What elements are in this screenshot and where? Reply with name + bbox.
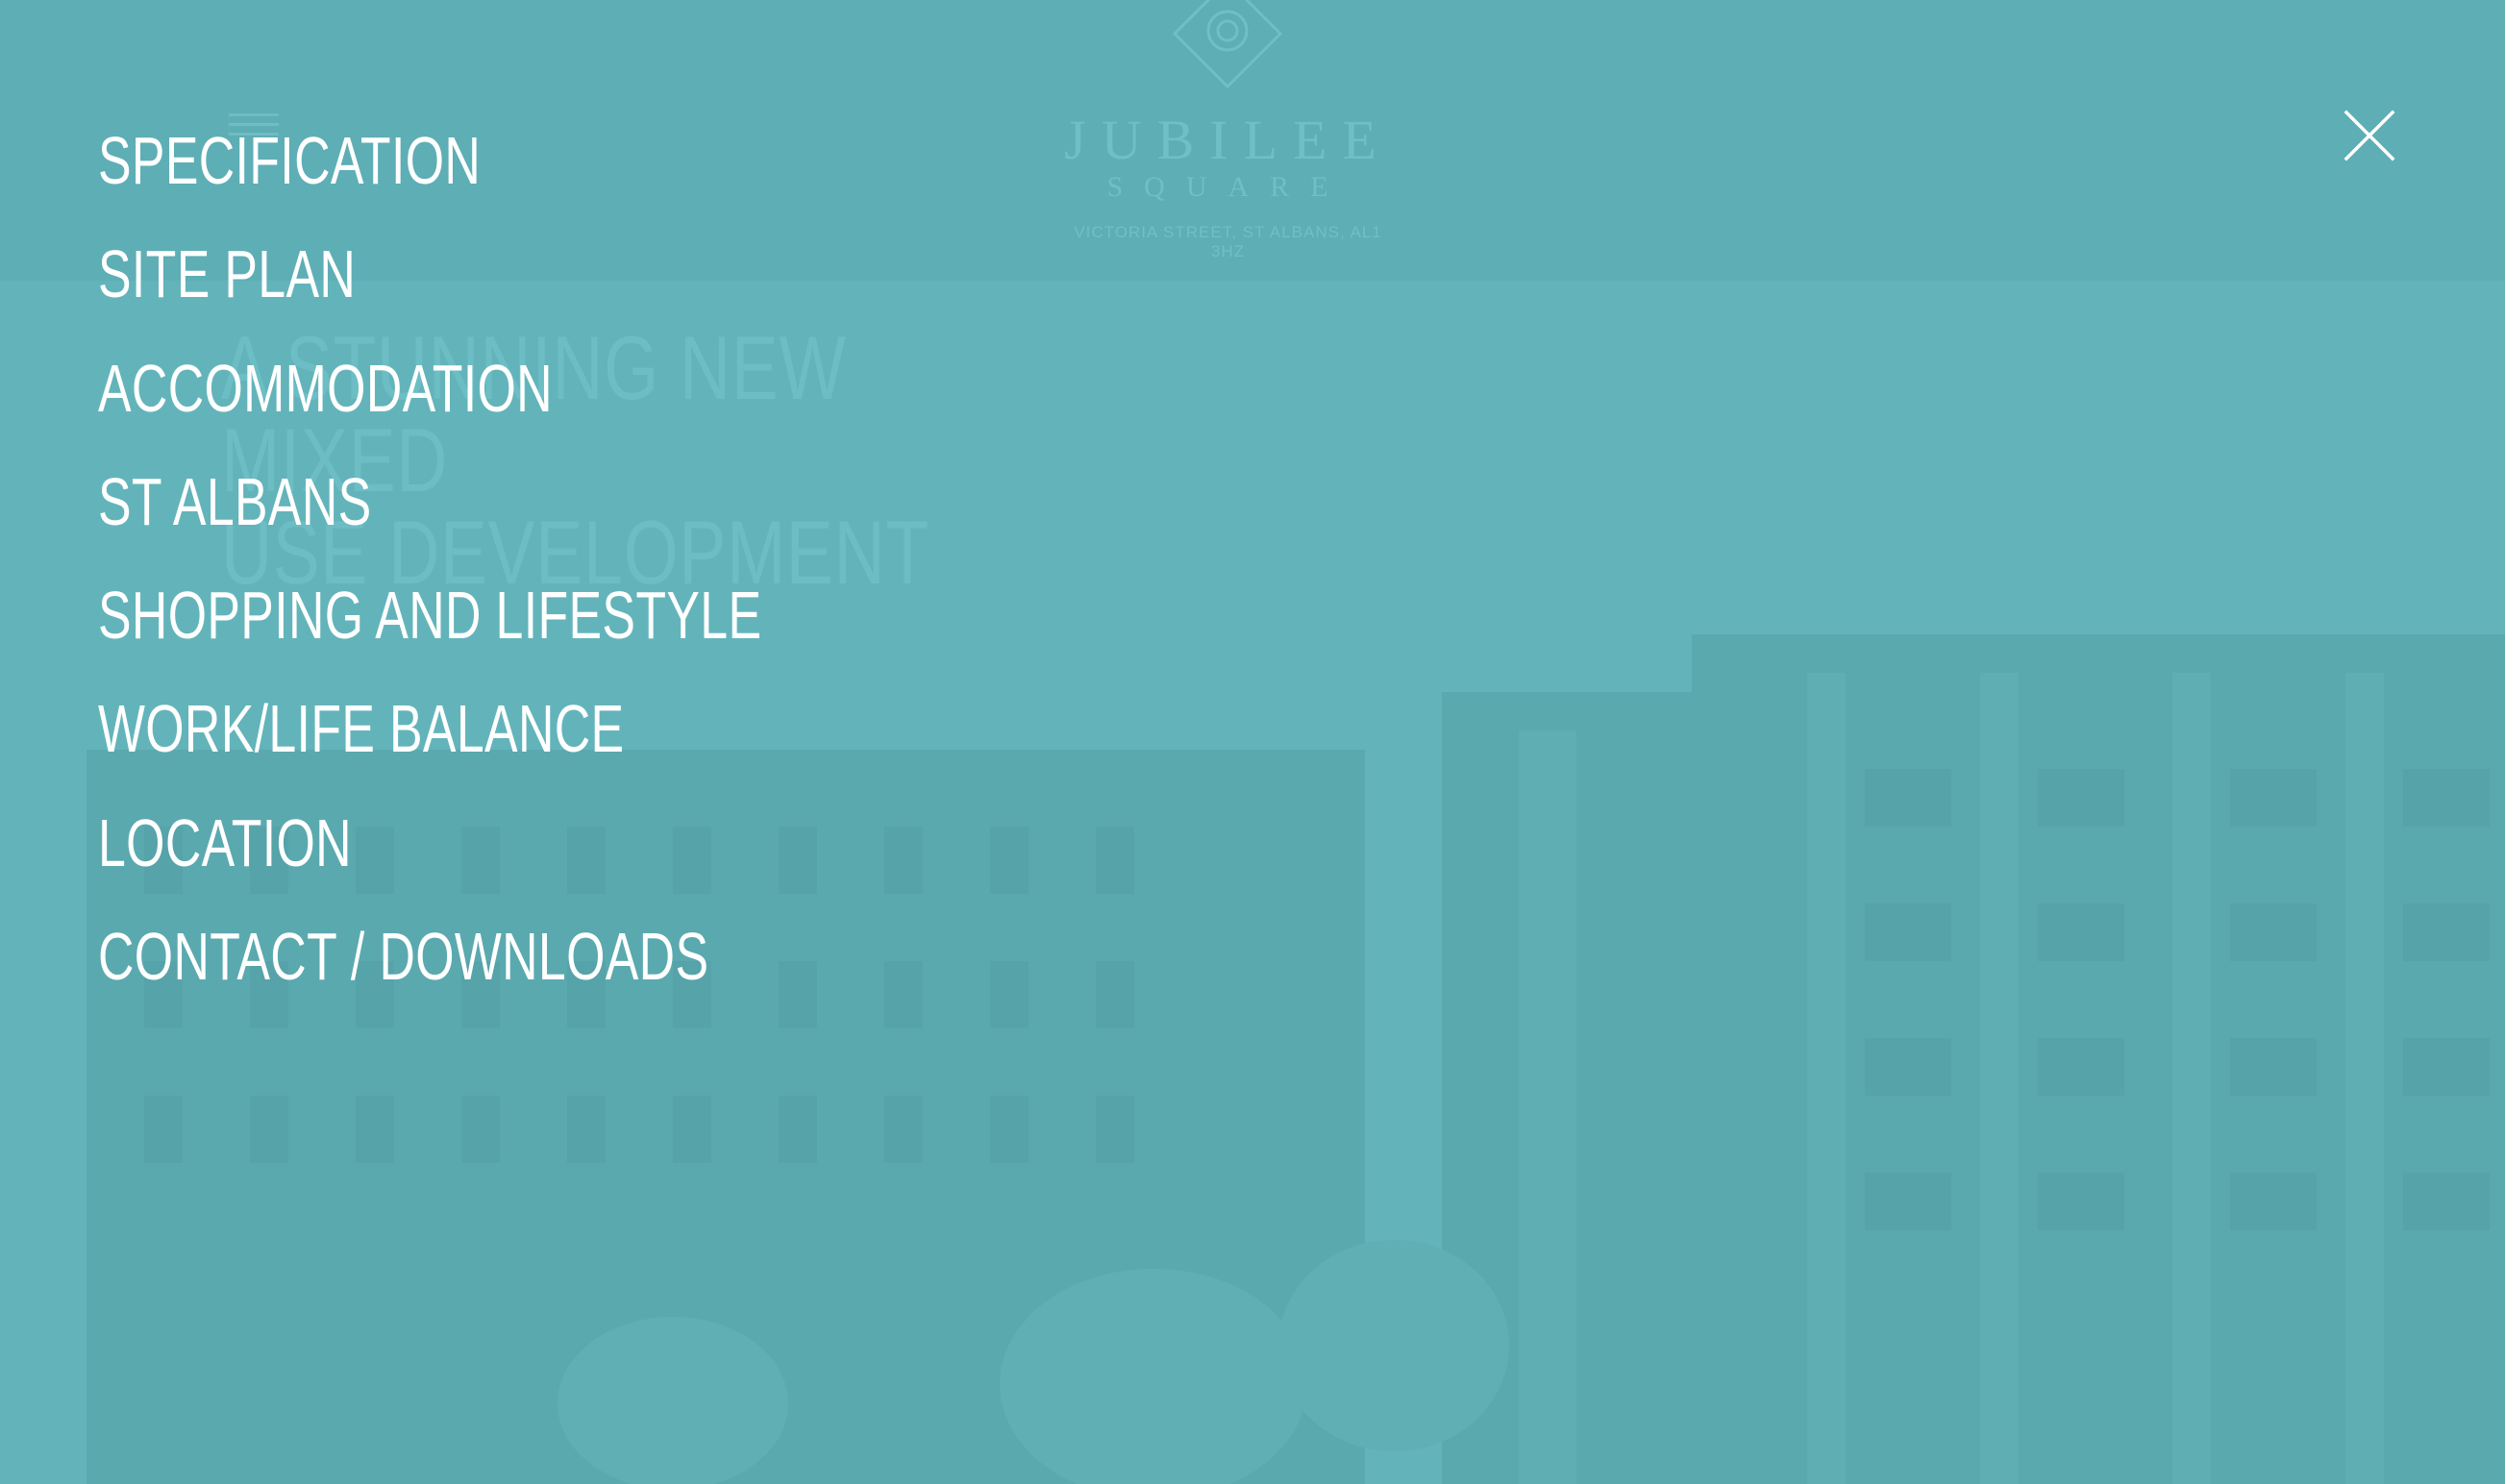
menu-item-work-life-balance[interactable]: WORK/LIFE BALANCE (98, 691, 761, 804)
menu-item-site-plan[interactable]: SITE PLAN (98, 236, 761, 350)
menu-overlay: SPECIFICATION SITE PLAN ACCOMMODATION ST… (0, 0, 2505, 1484)
menu-item-location[interactable]: LOCATION (98, 805, 761, 919)
menu-item-specification[interactable]: SPECIFICATION (98, 123, 761, 236)
menu-item-accommodation[interactable]: ACCOMMODATION (98, 351, 761, 464)
close-button[interactable] (2343, 109, 2396, 162)
page: JUBILEE SQUARE VICTORIA STREET, ST ALBAN… (0, 0, 2505, 1484)
close-icon (2344, 110, 2395, 161)
menu-item-contact-downloads[interactable]: CONTACT / DOWNLOADS (98, 919, 761, 1032)
menu-item-st-albans[interactable]: ST ALBANS (98, 464, 761, 578)
menu-item-shopping-and-lifestyle[interactable]: SHOPPING AND LIFESTYLE (98, 578, 761, 691)
main-menu: SPECIFICATION SITE PLAN ACCOMMODATION ST… (98, 123, 995, 1032)
